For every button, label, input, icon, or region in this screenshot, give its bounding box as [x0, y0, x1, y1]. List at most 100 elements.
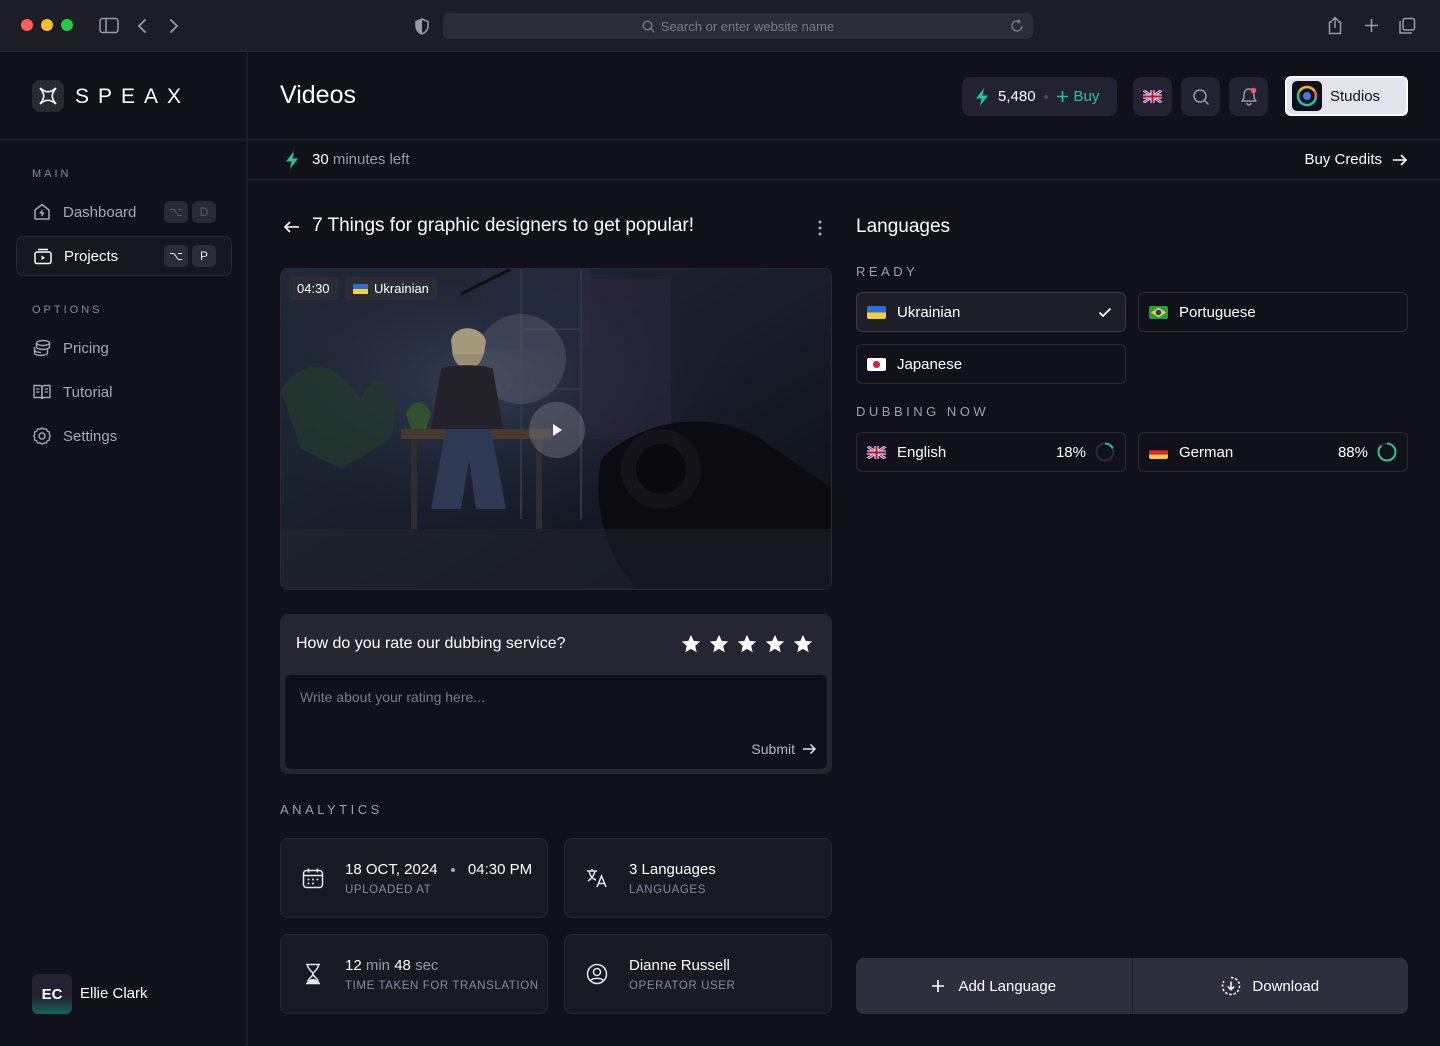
notifications-button[interactable] — [1229, 77, 1268, 116]
buy-label: Buy — [1073, 88, 1100, 105]
brazil-flag-icon — [1149, 305, 1168, 319]
close-window-button[interactable] — [21, 19, 33, 31]
submit-button[interactable]: Submit — [751, 741, 817, 757]
nav-item-tutorial[interactable]: Tutorial — [16, 372, 232, 412]
buy-credits-button[interactable]: Buy — [1056, 88, 1100, 105]
user-avatar[interactable]: EC — [32, 974, 72, 1014]
nav-label: Projects — [64, 247, 119, 265]
language-selector-button[interactable] — [1133, 77, 1172, 116]
operator-name: Dianne Russell — [629, 956, 730, 974]
more-options-icon[interactable] — [816, 219, 824, 237]
star-icon[interactable] — [792, 633, 814, 655]
plus-icon — [1056, 91, 1068, 102]
sidebar-toggle-icon[interactable] — [99, 17, 119, 34]
bell-icon — [1240, 87, 1257, 106]
add-language-button[interactable]: Add Language — [856, 958, 1133, 1014]
studio-label: Studios — [1330, 87, 1381, 105]
download-button[interactable]: Download — [1133, 958, 1409, 1014]
buy-credits-label: Buy Credits — [1304, 151, 1382, 168]
uk-flag-icon — [867, 445, 886, 459]
nav-item-projects[interactable]: Projects ⌥ P — [16, 236, 232, 276]
home-icon — [34, 203, 50, 220]
hourglass-icon — [306, 963, 320, 985]
languages-count: 3 Languages — [629, 860, 716, 878]
time-seconds: 48 — [394, 956, 411, 974]
studio-logo — [1292, 81, 1322, 111]
play-button[interactable] — [529, 402, 585, 458]
options-section-label: OPTIONS — [32, 304, 103, 316]
video-player[interactable]: 04:30 Ukrainian — [280, 268, 832, 590]
page-header: Videos 5,480 Buy Studios — [248, 52, 1440, 140]
nav-label: Tutorial — [63, 383, 113, 401]
minimize-window-button[interactable] — [41, 19, 53, 31]
star-icon[interactable] — [736, 633, 758, 655]
star-icon[interactable] — [680, 633, 702, 655]
nav-item-settings[interactable]: Settings — [16, 416, 232, 456]
forward-icon[interactable] — [168, 18, 180, 34]
maximize-window-button[interactable] — [61, 19, 73, 31]
minutes-left: 30 minutes left — [312, 151, 410, 168]
address-bar[interactable]: Search or enter website name — [443, 13, 1033, 39]
tabs-overview-icon[interactable] — [1398, 17, 1416, 35]
ukraine-flag-icon — [353, 283, 368, 294]
analytics-card-uploaded: 18 OCT, 2024 04:30 PM UPLOADED AT — [280, 838, 548, 918]
add-language-label: Add Language — [958, 977, 1057, 995]
buy-credits-link[interactable]: Buy Credits — [1304, 151, 1408, 168]
uploaded-value: 18 OCT, 2024 04:30 PM — [345, 861, 532, 878]
nav-item-pricing[interactable]: Pricing — [16, 328, 232, 368]
arrow-right-icon — [1393, 153, 1408, 166]
nav-label: Pricing — [63, 339, 109, 357]
plus-icon — [932, 980, 945, 992]
main-section-label: MAIN — [32, 168, 72, 180]
minutes-value: 30 — [312, 151, 329, 168]
lightning-icon — [976, 87, 988, 106]
language-card-japanese[interactable]: Japanese — [856, 344, 1126, 384]
studio-switcher-button[interactable]: Studios — [1285, 76, 1408, 116]
star-rating[interactable] — [680, 633, 814, 655]
search-button[interactable] — [1181, 77, 1220, 116]
analytics-card-time: 12 min 48 sec TIME TAKEN FOR TRANSLATION — [280, 934, 548, 1014]
nav-label: Settings — [63, 427, 118, 445]
credits-count: 5,480 — [998, 88, 1036, 105]
separator-dot — [450, 867, 455, 872]
rating-placeholder: Write about your rating here... — [300, 689, 485, 705]
user-name[interactable]: Ellie Clark — [80, 985, 148, 1002]
shield-icon[interactable] — [415, 18, 429, 35]
analytics-label: ANALYTICS — [280, 802, 383, 817]
star-icon[interactable] — [708, 633, 730, 655]
page-title: Videos — [280, 81, 356, 109]
progress-ring — [1377, 442, 1397, 462]
divider — [0, 139, 248, 140]
calendar-icon — [302, 868, 324, 889]
star-icon[interactable] — [764, 633, 786, 655]
sidebar: SPEAX MAIN Dashboard ⌥ D Projects ⌥ P OP… — [0, 52, 248, 1046]
translate-icon — [587, 869, 607, 888]
logo-icon — [39, 87, 57, 105]
book-icon — [33, 384, 51, 400]
germany-flag-icon — [1149, 445, 1168, 459]
brand-name: SPEAX — [75, 85, 191, 108]
rating-textarea[interactable]: Write about your rating here... Submit — [285, 675, 827, 769]
new-tab-icon[interactable] — [1364, 18, 1379, 33]
time-label: TIME TAKEN FOR TRANSLATION — [345, 979, 539, 992]
language-actions: Add Language Download — [856, 958, 1408, 1014]
progress-ring — [1095, 442, 1115, 462]
duration-badge: 04:30 — [289, 277, 338, 300]
language-card-ukrainian[interactable]: Ukrainian — [856, 292, 1126, 332]
dubbing-card-german[interactable]: German 88% — [1138, 432, 1408, 472]
back-icon[interactable] — [136, 18, 148, 34]
language-name: Portuguese — [1179, 303, 1256, 321]
dubbing-card-english[interactable]: English 18% — [856, 432, 1126, 472]
analytics-card-languages: 3 Languages LANGUAGES — [564, 838, 832, 918]
share-icon[interactable] — [1327, 16, 1343, 35]
languages-label: LANGUAGES — [629, 883, 706, 896]
dubbing-now-label: DUBBING NOW — [856, 404, 990, 419]
separator-dot — [1043, 94, 1048, 99]
nav-item-dashboard[interactable]: Dashboard ⌥ D — [16, 192, 232, 232]
browser-toolbar: Search or enter website name — [0, 0, 1440, 52]
uploaded-time: 04:30 PM — [467, 860, 533, 878]
language-card-portuguese[interactable]: Portuguese — [1138, 292, 1408, 332]
search-icon — [1192, 88, 1209, 105]
reload-icon[interactable] — [1009, 18, 1025, 34]
back-arrow-icon[interactable] — [283, 220, 300, 234]
